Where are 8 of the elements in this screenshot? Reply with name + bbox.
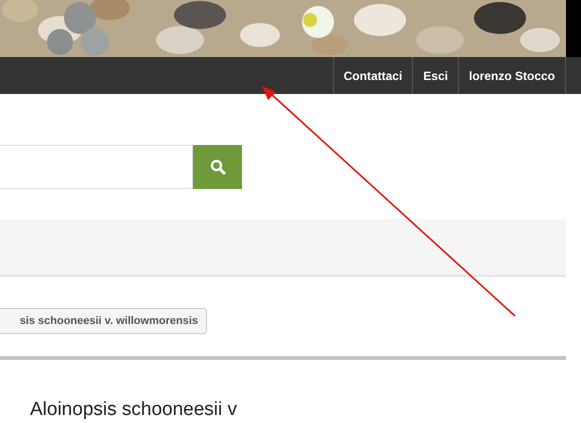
nav-link[interactable]: Contattaci [332,57,412,94]
nav-link[interactable]: Esci [412,57,458,94]
search-icon [210,159,226,175]
search-field[interactable] [0,145,193,189]
tag-button[interactable]: sis schooneesii v. willowmorensis [0,308,207,334]
search-button[interactable] [193,145,242,189]
page-heading: Aloinopsis schooneesii v [30,399,238,421]
nav-link[interactable]: lorenzo Stocco [458,57,566,94]
